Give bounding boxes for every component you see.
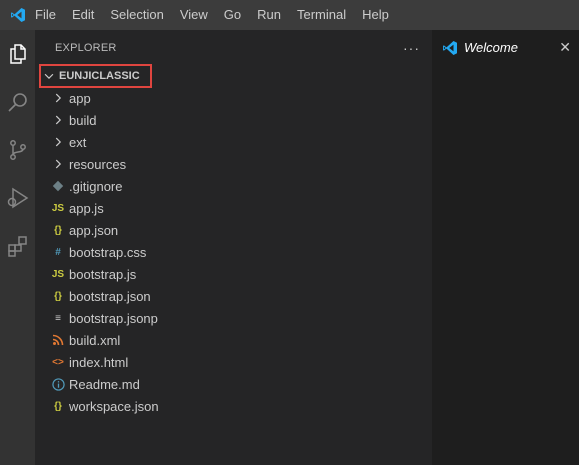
file-label: Readme.md [69,376,140,392]
tab-welcome[interactable]: Welcome ✕ [432,30,579,65]
file-item[interactable]: build.xml [35,329,432,351]
workspace-folder-name: EUNJICLASSIC [59,70,140,82]
folder-label: app [69,90,91,106]
run-debug-icon[interactable] [0,174,35,222]
editor-area: Welcome ✕ [432,30,579,465]
menu-selection[interactable]: Selection [102,0,171,30]
chevron-right-icon [51,153,65,175]
file-item[interactable]: <> index.html [35,351,432,373]
file-item[interactable]: JS bootstrap.js [35,263,432,285]
folder-highlight-box: EUNJICLASSIC [39,64,152,88]
chevron-right-icon [51,87,65,109]
activity-bar [0,30,35,465]
menu-go[interactable]: Go [216,0,249,30]
menu-edit[interactable]: Edit [64,0,102,30]
gitignore-icon [51,175,65,197]
file-item[interactable]: Readme.md [35,373,432,395]
file-label: bootstrap.js [69,266,137,282]
file-label: build.xml [69,332,121,348]
extensions-icon[interactable] [0,222,35,270]
file-label: app.js [69,200,104,216]
file-list: .gitignore JS app.js {} app.json # bootstrap.c… [35,175,432,417]
file-item[interactable]: {} bootstrap.json [35,285,432,307]
folder-item-app[interactable]: app [35,87,432,109]
explorer-header: EXPLORER ··· [35,30,432,65]
chevron-right-icon [51,109,65,131]
file-item[interactable]: {} app.json [35,219,432,241]
json-icon: {} [54,224,62,236]
folder-label: resources [69,156,127,172]
folder-item-build[interactable]: build [35,109,432,131]
file-label: bootstrap.css [69,244,147,260]
file-label: workspace.json [69,398,159,414]
file-item[interactable]: {} workspace.json [35,395,432,417]
folder-list: app build ext resources [35,87,432,175]
js-icon: JS [51,202,65,214]
vscode-logo-icon [442,40,458,56]
menu-run[interactable]: Run [249,0,289,30]
file-label: .gitignore [69,178,123,194]
rss-icon [51,329,65,351]
file-item[interactable]: JS app.js [35,197,432,219]
search-icon[interactable] [0,78,35,126]
editor-tabs: Welcome ✕ [432,30,579,65]
menu-view[interactable]: View [172,0,216,30]
menu-terminal[interactable]: Terminal [289,0,354,30]
vscode-logo-icon [0,0,35,30]
workspace-folder-header[interactable]: EUNJICLASSIC [35,64,432,88]
json-icon: {} [54,400,62,412]
file-label: app.json [69,222,119,238]
info-icon [51,373,65,395]
source-control-icon[interactable] [0,126,35,174]
file-label: bootstrap.jsonp [69,310,158,326]
chevron-down-icon [42,69,56,83]
file-label: index.html [69,354,129,370]
file-item[interactable]: ≡ bootstrap.jsonp [35,307,432,329]
more-actions-button[interactable]: ··· [403,40,420,56]
explorer-icon[interactable] [0,30,35,78]
text-file-icon: ≡ [55,312,61,324]
menu-help[interactable]: Help [354,0,397,30]
menu-file[interactable]: File [35,0,64,30]
explorer-sidebar: EXPLORER ··· EUNJICLASSIC app build ext res… [35,30,432,465]
js-icon: JS [51,268,65,280]
html-icon: <> [52,356,64,368]
close-icon[interactable]: ✕ [559,39,571,56]
css-icon: # [55,246,61,258]
explorer-title: EXPLORER [55,41,117,54]
folder-label: build [69,112,97,128]
folder-label: ext [69,134,87,150]
file-label: bootstrap.json [69,288,151,304]
tab-label: Welcome [464,40,518,55]
folder-item-resources[interactable]: resources [35,153,432,175]
json-icon: {} [54,290,62,302]
chevron-right-icon [51,131,65,153]
folder-item-ext[interactable]: ext [35,131,432,153]
file-item[interactable]: # bootstrap.css [35,241,432,263]
title-bar: File Edit Selection View Go Run Terminal… [0,0,579,30]
file-item[interactable]: .gitignore [35,175,432,197]
